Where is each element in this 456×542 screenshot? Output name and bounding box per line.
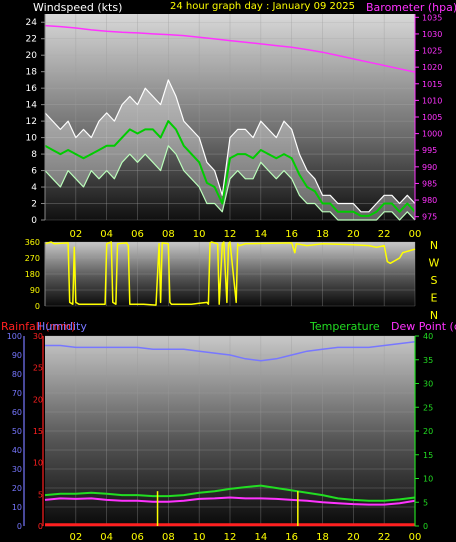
temperature-y-tick-label: 10 xyxy=(423,475,433,484)
wind-y-tick-label: 8 xyxy=(31,150,37,160)
wind-y-tick-label: 16 xyxy=(26,84,38,94)
humidity-y-tick-label: 70 xyxy=(12,389,22,398)
temperature-y-tick-label: 35 xyxy=(423,356,433,365)
lower-x-tick-label: 14 xyxy=(254,532,267,542)
wind-x-tick-label: 10 xyxy=(193,229,206,240)
humidity-y-tick-label: 50 xyxy=(12,427,22,436)
pressure-y-tick-label: 990 xyxy=(422,163,437,172)
wind-y-tick-label: 12 xyxy=(26,117,37,127)
direction-y-tick-label: 0 xyxy=(35,302,40,311)
wind-x-tick-label: 18 xyxy=(316,229,329,240)
humidity-y-tick-label: 40 xyxy=(12,446,22,455)
lower-x-tick-label: 08 xyxy=(162,532,175,542)
pressure-y-tick-label: 1015 xyxy=(422,80,442,89)
wind-y-tick-label: 22 xyxy=(26,35,37,45)
wind-x-tick-label: 08 xyxy=(162,229,175,240)
wind-direction-panel: 090180270360 NWSEN xyxy=(25,238,440,322)
humidity-y-tick-label: 0 xyxy=(17,522,22,531)
direction-y-tick-label: 180 xyxy=(25,270,40,279)
lower-x-tick-label: 10 xyxy=(193,532,206,542)
wind-x-tick-label: 20 xyxy=(347,229,360,240)
lower-x-tick-label: 22 xyxy=(378,532,391,542)
humidity-y-tick-label: 100 xyxy=(7,332,22,341)
direction-y-tick-label: 270 xyxy=(25,254,40,263)
wind-x-tick-label: 14 xyxy=(254,229,267,240)
direction-y-tick-label: 360 xyxy=(25,238,40,247)
temperature-y-tick-label: 0 xyxy=(423,522,428,531)
temperature-y-tick-label: 20 xyxy=(423,427,433,436)
wind-x-tick-label: 00 xyxy=(409,229,422,240)
humidity-y-tick-label: 30 xyxy=(12,465,22,474)
lower-x-tick-label: 04 xyxy=(100,532,113,542)
compass-letter: S xyxy=(431,274,438,287)
compass-letter: N xyxy=(430,239,438,252)
pressure-y-tick-label: 1035 xyxy=(422,13,442,22)
barometer-axis-label: Barometer (hpa) xyxy=(366,1,456,14)
wind-y-tick-label: 4 xyxy=(31,183,37,193)
temperature-y-tick-label: 40 xyxy=(423,332,433,341)
pressure-y-tick-label: 980 xyxy=(422,196,437,205)
rainfall-y-tick-label: 25 xyxy=(33,364,43,373)
wind-x-tick-label: 12 xyxy=(224,229,237,240)
pressure-y-tick-label: 985 xyxy=(422,179,437,188)
wind-y-tick-label: 2 xyxy=(31,200,37,210)
compass-letter: E xyxy=(431,292,438,305)
wind-x-tick-label: 02 xyxy=(69,229,82,240)
wind-y-tick-label: 20 xyxy=(26,51,38,61)
humidity-temperature-panel: 0102030405060708090100051015202530051015… xyxy=(7,332,433,542)
wind-x-tick-label: 04 xyxy=(100,229,113,240)
temperature-y-tick-label: 30 xyxy=(423,380,433,389)
humidity-y-tick-label: 60 xyxy=(12,408,22,417)
lower-x-tick-label: 20 xyxy=(347,532,360,542)
rainfall-y-tick-label: 15 xyxy=(33,427,43,436)
wind-x-tick-label: 22 xyxy=(378,229,391,240)
pressure-y-tick-label: 995 xyxy=(422,146,437,155)
humidity-y-tick-label: 90 xyxy=(12,351,22,360)
wind-y-tick-label: 6 xyxy=(31,167,37,177)
humidity-axis-label: Humidity xyxy=(37,320,87,333)
rainfall-y-tick-label: 10 xyxy=(33,459,43,468)
wind-y-tick-label: 10 xyxy=(26,134,38,144)
humidity-y-tick-label: 20 xyxy=(12,484,22,493)
rainfall-y-tick-label: 5 xyxy=(38,490,43,499)
rainfall-y-tick-label: 30 xyxy=(33,332,43,341)
lower-x-tick-label: 12 xyxy=(224,532,237,542)
humidity-y-tick-label: 10 xyxy=(12,503,22,512)
wind-y-tick-label: 18 xyxy=(26,68,38,78)
wind-y-tick-label: 0 xyxy=(31,216,37,226)
compass-letter: W xyxy=(429,257,440,270)
temperature-y-tick-label: 15 xyxy=(423,451,433,460)
rainfall-y-tick-label: 0 xyxy=(38,522,43,531)
pressure-y-tick-label: 1025 xyxy=(422,47,442,56)
windspeed-axis-label: Windspeed (kts) xyxy=(33,1,122,14)
pressure-y-tick-label: 1020 xyxy=(422,63,442,72)
pressure-y-tick-label: 975 xyxy=(422,213,437,222)
date-title: 24 hour graph day : January 09 2025 xyxy=(170,1,355,12)
pressure-y-tick-label: 1030 xyxy=(422,30,442,39)
wind-pressure-panel: 0246810121416182022249759809859909951000… xyxy=(26,13,443,240)
lower-x-tick-label: 18 xyxy=(316,532,329,542)
wind-y-tick-label: 14 xyxy=(26,101,38,111)
temperature-axis-label: Temperature xyxy=(309,320,380,333)
compass-letters: NWSEN xyxy=(429,239,440,322)
pressure-y-tick-label: 1005 xyxy=(422,113,442,122)
temperature-y-tick-label: 25 xyxy=(423,403,433,412)
pressure-y-tick-label: 1000 xyxy=(422,130,442,139)
humidity-y-tick-label: 80 xyxy=(12,370,22,379)
temperature-y-tick-label: 5 xyxy=(423,498,428,507)
wind-x-tick-label: 16 xyxy=(285,229,298,240)
direction-y-tick-label: 90 xyxy=(30,286,40,295)
pressure-y-tick-label: 1010 xyxy=(422,96,442,105)
lower-x-tick-label: 06 xyxy=(131,532,144,542)
lower-x-tick-label: 16 xyxy=(285,532,298,542)
lower-x-tick-label: 00 xyxy=(409,532,422,542)
wind-x-tick-label: 06 xyxy=(131,229,144,240)
rainfall-y-tick-label: 20 xyxy=(33,395,43,404)
wind-y-tick-label: 24 xyxy=(26,18,38,28)
weather-graph: Windspeed (kts) 24 hour graph day : Janu… xyxy=(1,1,456,542)
lower-x-tick-label: 02 xyxy=(69,532,82,542)
